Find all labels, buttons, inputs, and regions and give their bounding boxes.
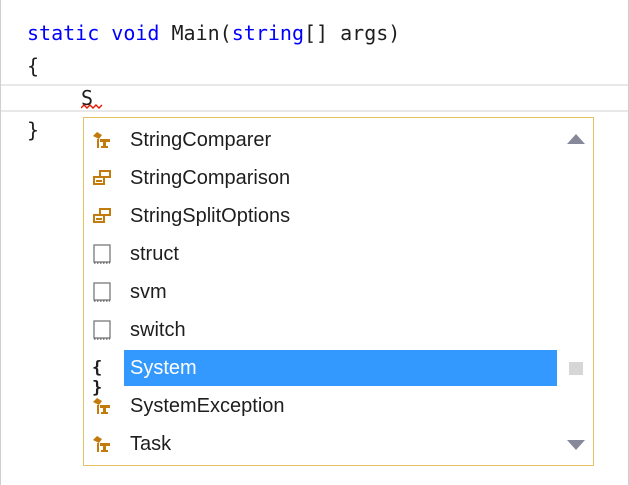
snippet-icon	[93, 282, 111, 302]
class-icon	[93, 398, 110, 414]
method-name: Main(	[171, 21, 232, 45]
popup-scrollbar[interactable]	[557, 118, 593, 465]
scroll-up-arrow-icon[interactable]	[567, 134, 585, 144]
completion-item-label: StringComparison	[130, 167, 291, 189]
code-line-signature: static void Main(string[] args)	[27, 20, 400, 46]
completion-item-svm[interactable]: svm	[84, 273, 557, 311]
completion-item-label: StringSplitOptions	[130, 205, 291, 227]
method-params: [] args)	[303, 21, 401, 45]
keyword-void: void	[111, 21, 160, 45]
completion-item-label: StringComparer	[130, 129, 272, 151]
keyword-string: string	[231, 21, 304, 45]
keyword-static: static	[27, 21, 100, 45]
completion-item-label: Task	[130, 433, 172, 455]
snippet-icon	[93, 244, 111, 264]
completion-item-struct[interactable]: struct	[84, 235, 557, 273]
scroll-thumb[interactable]	[569, 362, 583, 375]
snippet-icon	[93, 320, 111, 340]
class-icon	[93, 132, 110, 148]
completion-item-system[interactable]: { } System	[84, 349, 560, 398]
completion-item-label: System	[124, 350, 560, 386]
completion-item-stringcomparer[interactable]: StringComparer	[84, 121, 557, 159]
completion-item-label: svm	[130, 281, 167, 303]
completion-item-stringsplitoptions[interactable]: StringSplitOptions	[84, 197, 557, 235]
error-squiggle-icon	[81, 104, 103, 109]
completion-item-label: switch	[130, 319, 186, 341]
close-brace: }	[27, 118, 40, 142]
class-icon	[93, 436, 110, 452]
scroll-down-arrow-icon[interactable]	[567, 440, 585, 450]
open-brace: {	[27, 54, 40, 78]
intellisense-popup[interactable]: StringComparer StringComparison StringSp…	[83, 117, 594, 466]
completion-item-label: struct	[130, 243, 179, 265]
code-editor[interactable]: static void Main(string[] args) { S } St…	[0, 0, 629, 485]
completion-item-systemexception[interactable]: SystemException	[84, 387, 557, 425]
completion-item-stringcomparison[interactable]: StringComparison	[84, 159, 557, 197]
completion-item-switch[interactable]: switch	[84, 311, 557, 349]
completion-item-task[interactable]: Task	[84, 425, 557, 463]
completion-item-label: SystemException	[130, 395, 285, 417]
enum-icon	[93, 170, 111, 185]
enum-icon	[93, 208, 111, 223]
namespace-icon: { }	[92, 358, 102, 398]
